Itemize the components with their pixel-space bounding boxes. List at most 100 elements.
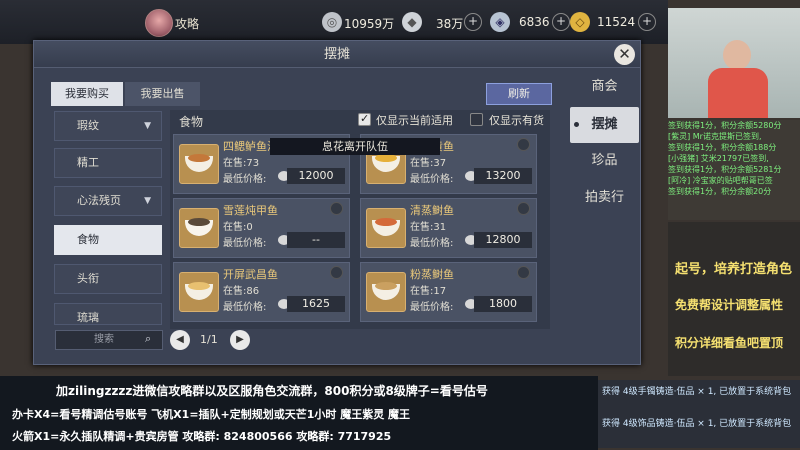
food-icon (179, 272, 219, 312)
ingot-value: 38万 (436, 17, 464, 31)
item-price-label: 最低价格: (410, 174, 454, 185)
item-price-label: 最低价格: (223, 238, 267, 249)
favorite-toggle[interactable] (330, 266, 343, 279)
item-name: 开屏武昌鱼 (223, 268, 278, 281)
stock-filter-checkbox[interactable] (470, 113, 483, 126)
stock-filter-label: 仅显示有货 (489, 114, 544, 127)
food-icon (366, 272, 406, 312)
item-price-label: 最低价格: (223, 174, 267, 185)
category-craft[interactable]: 精工 (54, 148, 162, 178)
chat-line: [阿冷] 冷宝家的贴吧帮哥已签 (668, 176, 773, 185)
category-title[interactable]: 头衔 (54, 264, 162, 294)
food-icon (179, 208, 219, 248)
next-page-button[interactable]: ▶ (230, 330, 250, 350)
current-filter-label: 仅显示当前适用 (376, 114, 453, 127)
ticker-line: 加zilingzzzz进微信攻略群以及区服角色交流群，800积分或8级牌子=看号… (56, 384, 488, 398)
stream-ticker: 加zilingzzzz进微信攻略群以及区服角色交流群，800积分或8级牌子=看号… (0, 376, 598, 450)
favorite-toggle[interactable] (330, 202, 343, 215)
gem-icon: ◈ (490, 12, 510, 32)
search-icon[interactable]: ⌕ (145, 332, 151, 346)
chevron-down-icon: ▼ (144, 196, 151, 206)
promo-text: 起号，培养打造角色 (675, 262, 793, 277)
gold-add-button[interactable]: + (638, 13, 656, 31)
list-item[interactable]: 雪莲炖甲鱼 在售:0 最低价格: -- (173, 198, 350, 258)
category-glass[interactable]: 琉璃 (54, 303, 162, 325)
active-dot-icon (574, 122, 579, 127)
toast-message: 息花离开队伍 (270, 138, 440, 155)
prev-page-button[interactable]: ◀ (170, 330, 190, 350)
item-stock: 在售:31 (410, 222, 447, 233)
streamer-shirt (708, 68, 768, 118)
item-stock: 在售:17 (410, 286, 447, 297)
gold-currency: ◇ 11524 + (570, 12, 656, 32)
category-label: 心法残页 (77, 194, 121, 207)
category-label: 瑕纹 (77, 119, 99, 132)
chat-line: [小强猪] 艾米21797已签到, (668, 154, 769, 163)
chat-line: 签到获得1分，积分余额188分 (668, 143, 777, 152)
page-indicator: 1/1 (200, 333, 218, 346)
current-filter-checkbox[interactable] (358, 112, 371, 126)
item-price-label: 最低价格: (410, 238, 454, 249)
item-price: 1625 (287, 296, 345, 312)
notice-line: 获得 4级饰品铸造·伍品 × 1, 已放置于系统背包 (602, 419, 792, 429)
tab-stall[interactable]: 摆摊 (570, 107, 639, 143)
webcam-overlay (668, 8, 800, 118)
gold-value: 11524 (597, 15, 636, 29)
food-icon (179, 144, 219, 184)
item-price-label: 最低价格: (223, 302, 267, 313)
gem-value: 6836 (519, 15, 550, 29)
system-notice: 获得 4级手镯铸造·伍品 × 1, 已放置于系统背包 获得 4级饰品铸造·伍品 … (598, 380, 800, 448)
silver-currency: ◎ 10959万 (322, 12, 397, 32)
item-stock: 在售:0 (223, 222, 253, 233)
promo-text: 免费帮设计调整属性 (675, 298, 784, 312)
refresh-button[interactable]: 刷新 (486, 83, 552, 105)
favorite-toggle[interactable] (517, 202, 530, 215)
category-mind-pages[interactable]: 心法残页 ▼ (54, 186, 162, 216)
gem-currency: ◈ 6836 + (490, 12, 570, 32)
item-name: 雪莲炖甲鱼 (223, 204, 278, 217)
avatar[interactable] (145, 9, 173, 37)
ticker-line: 火箭X1=永久插队精调+贵宾房管 攻略群: 824800566 攻略群: 771… (12, 430, 392, 443)
chevron-down-icon: ▼ (144, 121, 151, 131)
favorite-toggle[interactable] (517, 138, 530, 151)
chat-line: 签到获得1分，积分余额5280分 (668, 121, 782, 130)
item-stock: 在售:73 (223, 158, 260, 169)
list-item[interactable]: 粉蒸鲥鱼 在售:17 最低价格: 1800 (360, 262, 537, 322)
close-button[interactable]: ✕ (614, 44, 635, 65)
gem-add-button[interactable]: + (552, 13, 570, 31)
list-item[interactable]: 开屏武昌鱼 在售:86 最低价格: 1625 (173, 262, 350, 322)
dialog-title: 摆摊 (34, 41, 640, 68)
list-category-label: 食物 (179, 115, 204, 129)
item-price: 1800 (474, 296, 532, 312)
item-stock: 在售:86 (223, 286, 260, 297)
favorite-toggle[interactable] (517, 266, 530, 279)
item-price: 12000 (287, 168, 345, 184)
item-name: 清蒸鲥鱼 (410, 204, 454, 217)
food-icon (366, 208, 406, 248)
tab-sell[interactable]: 我要出售 (125, 82, 200, 106)
streamer-face (723, 40, 751, 70)
stall-dialog: 摆摊 ✕ 商会 摆摊 珍品 拍卖行 我要购买 我要出售 刷新 瑕纹 ▼ 精工 心法… (33, 40, 641, 365)
tab-stall-label: 摆摊 (591, 117, 618, 132)
notice-line: 获得 4级手镯铸造·伍品 × 1, 已放置于系统背包 (602, 387, 792, 397)
item-stock: 在售:37 (410, 158, 447, 169)
tab-treasure[interactable]: 珍品 (570, 143, 639, 179)
tab-chamber[interactable]: 商会 (570, 69, 639, 105)
gonglue-label[interactable]: 攻略 (175, 15, 199, 32)
item-price-label: 最低价格: (410, 302, 454, 313)
ingot-add-button[interactable]: + (464, 13, 482, 31)
item-name: 粉蒸鲥鱼 (410, 268, 454, 281)
tab-buy[interactable]: 我要购买 (51, 82, 123, 106)
category-flaw[interactable]: 瑕纹 ▼ (54, 111, 162, 141)
tab-auction[interactable]: 拍卖行 (570, 180, 639, 216)
category-food[interactable]: 食物 (54, 225, 162, 255)
chat-feed: 签到获得1分，积分余额5280分 [紫灵] Mr诺克提斯已签到, 签到获得1分，… (668, 120, 800, 220)
gold-ticket-icon: ◇ (570, 12, 590, 32)
list-item[interactable]: 清蒸鲥鱼 在售:31 最低价格: 12800 (360, 198, 537, 258)
ingot-icon: ◆ (402, 12, 422, 32)
silver-icon: ◎ (322, 12, 342, 32)
chat-line: 签到获得1分，积分余额5281分 (668, 165, 782, 174)
item-price: 13200 (474, 168, 532, 184)
silver-value: 10959万 (344, 17, 395, 31)
item-price: -- (287, 232, 345, 248)
